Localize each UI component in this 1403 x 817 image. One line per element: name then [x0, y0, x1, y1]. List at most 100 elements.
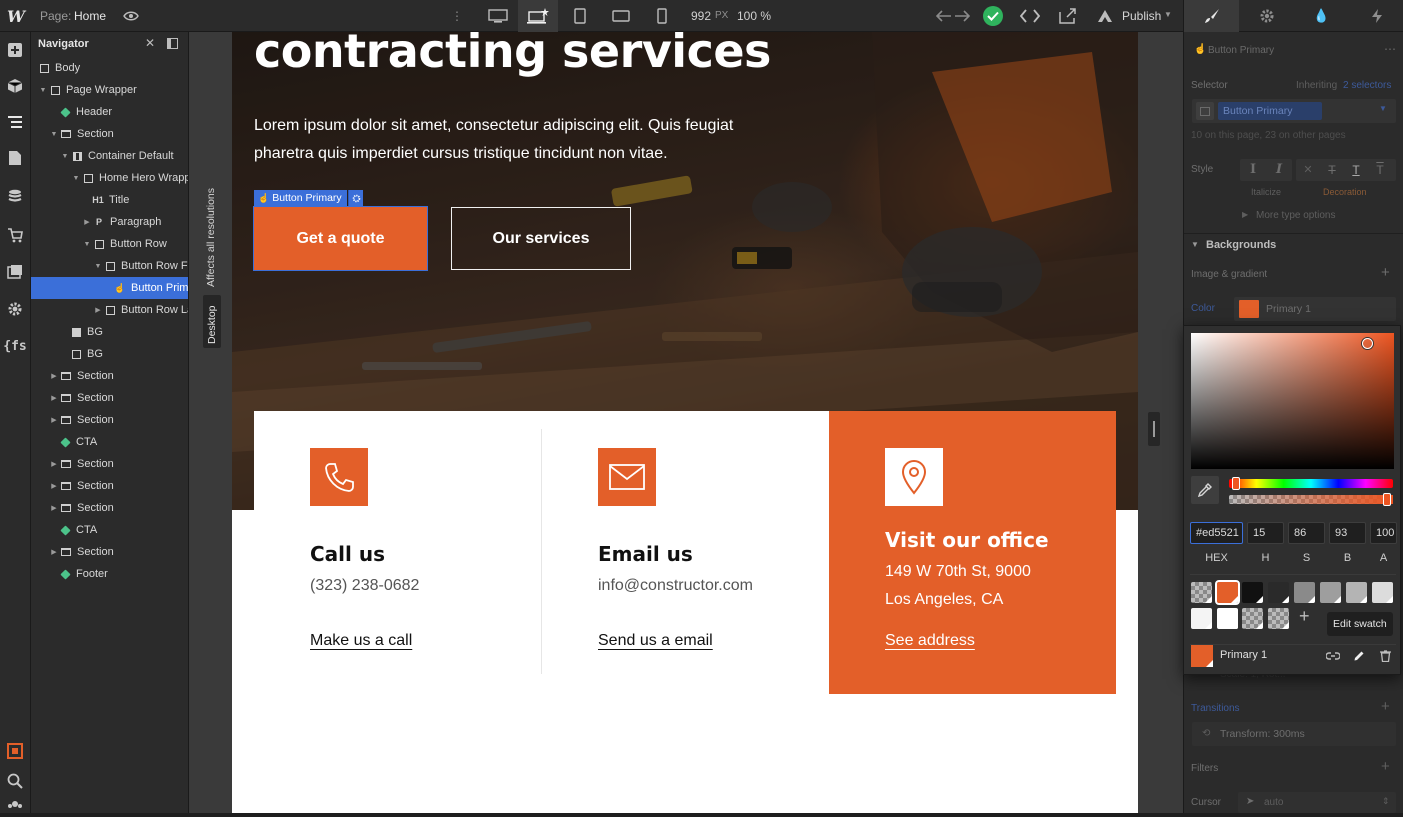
- style-manager-drops-icon[interactable]: 💧: [1294, 0, 1349, 32]
- nav-item-cta[interactable]: CTA: [31, 431, 188, 453]
- interactions-bolt-icon[interactable]: [1349, 0, 1403, 32]
- nav-item-container-default[interactable]: ▼ Container Default: [31, 145, 188, 167]
- desktop-breakpoint-tab[interactable]: Desktop: [203, 295, 221, 348]
- nav-item-section[interactable]: ▶ Section: [31, 453, 188, 475]
- nav-item-bg[interactable]: BG: [31, 343, 188, 365]
- settings-gear-icon[interactable]: [5, 299, 25, 319]
- backgrounds-section-title[interactable]: Backgrounds: [1206, 239, 1276, 251]
- nav-item-section[interactable]: ▶ Section: [31, 387, 188, 409]
- swatch-white[interactable]: [1217, 608, 1238, 629]
- nav-item-section[interactable]: ▶ Section: [31, 365, 188, 387]
- strikethrough-icon[interactable]: T: [1324, 162, 1340, 178]
- alpha-input[interactable]: 100: [1370, 522, 1397, 544]
- hex-input[interactable]: #ed5521: [1190, 522, 1243, 544]
- selector-chevron-icon[interactable]: ▼: [1379, 104, 1387, 113]
- overline-icon[interactable]: T: [1372, 162, 1388, 178]
- desktop-breakpoint-icon[interactable]: [487, 7, 509, 25]
- nav-item-button-row-first[interactable]: ▼ Button Row First: [31, 255, 188, 277]
- add-background-icon[interactable]: +: [1381, 264, 1390, 281]
- expand-caret-icon[interactable]: ▼: [71, 175, 81, 182]
- canvas-resize-handle[interactable]: [1148, 412, 1160, 446]
- nav-item-body[interactable]: Body: [31, 57, 188, 79]
- nav-item-section[interactable]: ▼ Section: [31, 123, 188, 145]
- expand-caret-icon[interactable]: ▶: [49, 460, 59, 468]
- expand-caret-icon[interactable]: ▶: [49, 504, 59, 512]
- eye-icon[interactable]: [122, 7, 140, 25]
- regular-style-icon[interactable]: I: [1240, 159, 1266, 181]
- expand-caret-icon[interactable]: ▶: [49, 394, 59, 402]
- expand-caret-icon[interactable]: ▶: [93, 306, 103, 314]
- nav-item-paragraph[interactable]: ▶ P Paragraph: [31, 211, 188, 233]
- transition-item[interactable]: ⟲ Transform: 300ms: [1192, 722, 1396, 746]
- add-panel-icon[interactable]: [5, 40, 25, 60]
- code-icon[interactable]: [1019, 7, 1041, 25]
- base-breakpoint-icon[interactable]: [518, 0, 558, 32]
- expand-caret-icon[interactable]: ▼: [38, 87, 48, 94]
- nav-item-bg-image[interactable]: BG: [31, 321, 188, 343]
- swatch-transparent-dark[interactable]: [1268, 608, 1289, 629]
- swatch-primary-1[interactable]: [1215, 580, 1240, 605]
- swatch-light-gray[interactable]: [1346, 582, 1367, 603]
- expand-caret-icon[interactable]: ▼: [93, 263, 103, 270]
- nav-item-section[interactable]: ▶ Section: [31, 497, 188, 519]
- background-color-field[interactable]: Primary 1: [1234, 297, 1396, 321]
- nav-item-button-primary[interactable]: ☝ Button Primary: [31, 277, 188, 299]
- swatch-transparent[interactable]: [1191, 582, 1212, 603]
- assets-icon[interactable]: [5, 262, 25, 282]
- backgrounds-collapse-icon[interactable]: ▼: [1191, 240, 1199, 249]
- ecommerce-icon[interactable]: [5, 225, 25, 245]
- underline-icon[interactable]: T: [1348, 162, 1364, 178]
- more-type-options-link[interactable]: More type options: [1256, 210, 1336, 221]
- publish-button[interactable]: Publish: [1122, 9, 1161, 23]
- saturation-input[interactable]: 86: [1288, 522, 1325, 544]
- nav-item-cta[interactable]: CTA: [31, 519, 188, 541]
- eyedropper-icon[interactable]: [1191, 476, 1219, 504]
- make-a-call-link[interactable]: Make us a call: [310, 632, 412, 650]
- brightness-input[interactable]: 93: [1329, 522, 1366, 544]
- add-swatch-icon[interactable]: +: [1299, 606, 1310, 627]
- expand-caret-icon[interactable]: ▶: [82, 218, 92, 226]
- nav-item-home-hero-wrapper[interactable]: ▼ Home Hero Wrapper: [31, 167, 188, 189]
- nav-item-page-wrapper[interactable]: ▼ Page Wrapper: [31, 79, 188, 101]
- swatch-dark-gray[interactable]: [1268, 582, 1289, 603]
- expand-caret-icon[interactable]: ▶: [49, 482, 59, 490]
- nav-item-button-row-last[interactable]: ▶ Button Row Last: [31, 299, 188, 321]
- expand-caret-icon[interactable]: ▼: [49, 131, 59, 138]
- swatch-lighter-gray[interactable]: [1372, 582, 1393, 603]
- alpha-slider-thumb[interactable]: [1383, 493, 1391, 506]
- redo-icon[interactable]: [954, 8, 970, 24]
- nav-item-section[interactable]: ▶ Section: [31, 409, 188, 431]
- mobile-portrait-icon[interactable]: [655, 7, 669, 25]
- swatch-transparent-white[interactable]: [1242, 608, 1263, 629]
- unlink-swatch-icon[interactable]: [1325, 648, 1341, 664]
- delete-swatch-trash-icon[interactable]: [1377, 648, 1393, 664]
- hue-input[interactable]: 15: [1247, 522, 1284, 544]
- decoration-none-icon[interactable]: ✕: [1300, 162, 1316, 178]
- nav-item-section[interactable]: ▶ Section: [31, 541, 188, 563]
- components-icon[interactable]: [5, 76, 25, 96]
- export-icon[interactable]: [1058, 7, 1078, 25]
- swatch-off-white[interactable]: [1191, 608, 1212, 629]
- edit-swatch-pencil-icon[interactable]: [1351, 648, 1367, 664]
- undo-icon[interactable]: [936, 8, 952, 24]
- collapse-all-icon[interactable]: ✕: [145, 37, 157, 49]
- hero-title[interactable]: contracting services: [254, 32, 771, 78]
- see-address-link[interactable]: See address: [885, 632, 975, 650]
- swatch-gray[interactable]: [1294, 582, 1315, 603]
- mobile-landscape-icon[interactable]: [612, 8, 630, 24]
- alpha-slider[interactable]: [1229, 493, 1393, 506]
- our-services-button[interactable]: Our services: [451, 207, 631, 270]
- swatch-mid-gray[interactable]: [1320, 582, 1341, 603]
- finsweet-fs-icon[interactable]: {fs: [3, 336, 26, 356]
- nav-item-button-row[interactable]: ▼ Button Row: [31, 233, 188, 255]
- get-a-quote-button[interactable]: Get a quote: [253, 206, 428, 271]
- color-picker-handle[interactable]: [1362, 338, 1373, 349]
- more-options-icon[interactable]: ⋯: [1384, 42, 1396, 56]
- nav-item-title[interactable]: H1 Title: [31, 189, 188, 211]
- nav-item-section[interactable]: ▶ Section: [31, 475, 188, 497]
- webflow-logo[interactable]: W: [6, 6, 26, 26]
- hue-slider[interactable]: [1229, 477, 1393, 490]
- italic-style-icon[interactable]: I: [1266, 159, 1292, 181]
- hero-paragraph[interactable]: Lorem ipsum dolor sit amet, consectetur …: [254, 112, 733, 168]
- publish-chevron-icon[interactable]: ▼: [1164, 10, 1172, 19]
